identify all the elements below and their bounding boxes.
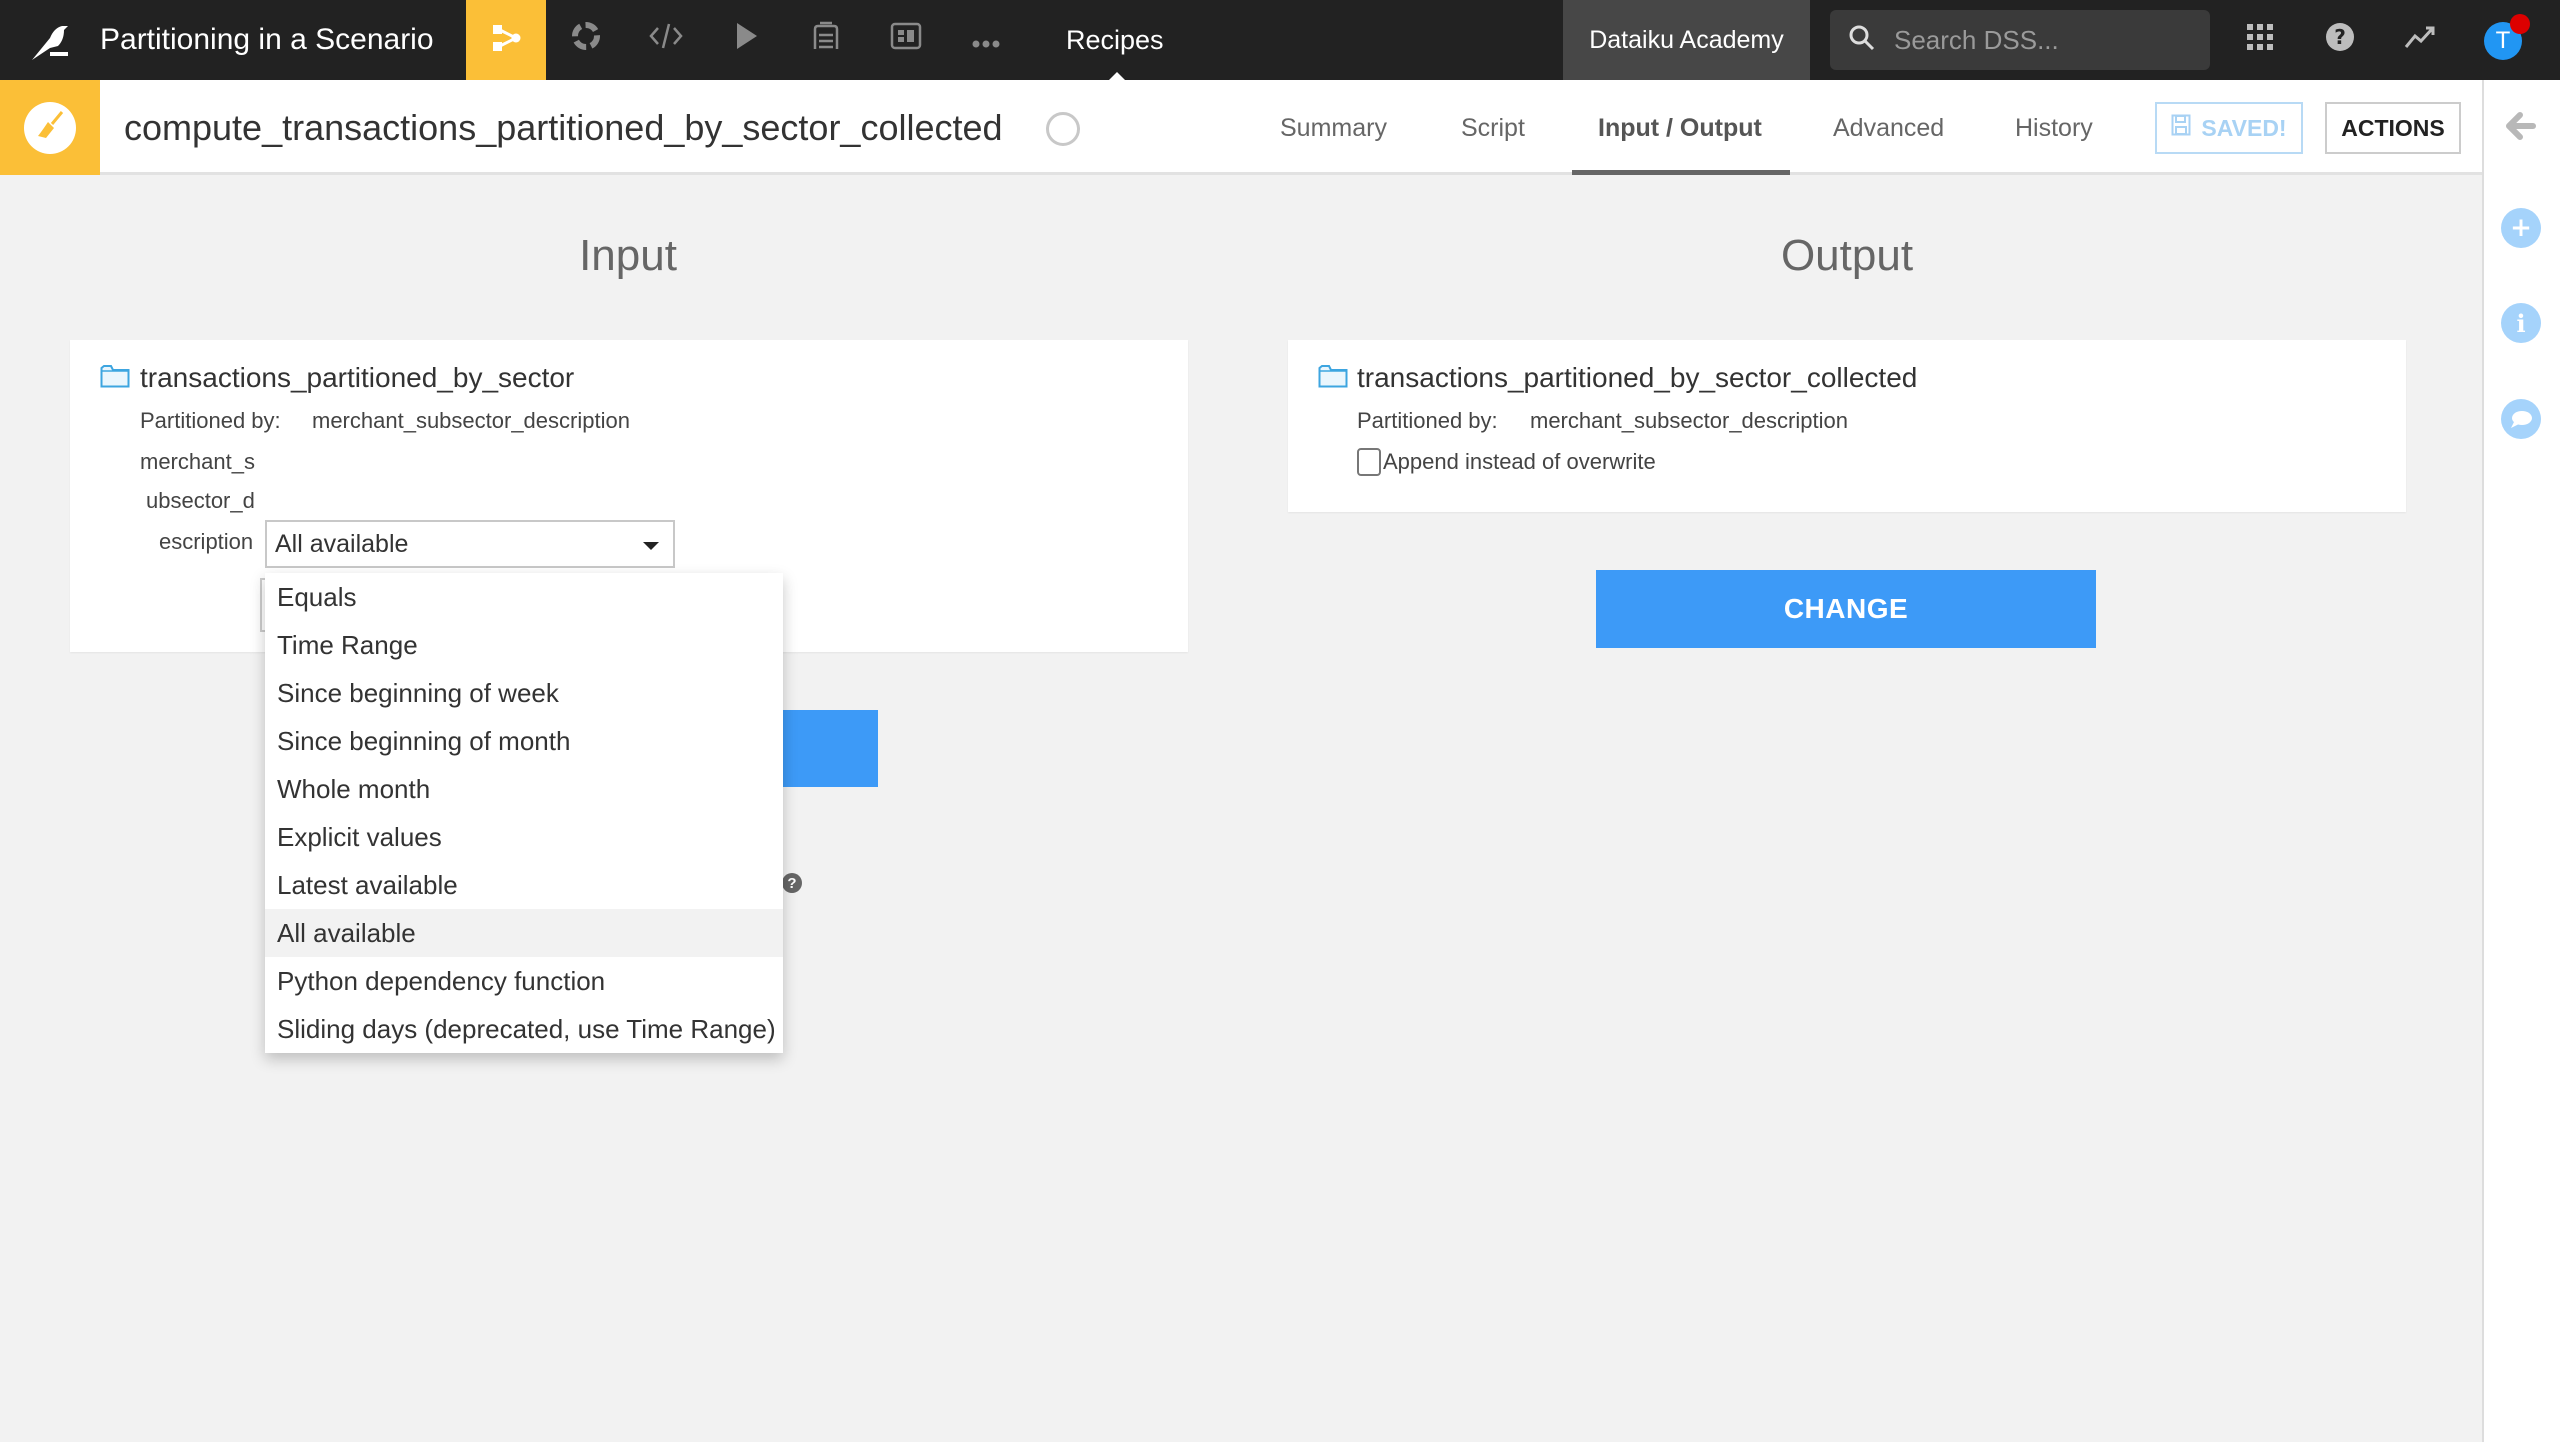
collapse-sidebar-button[interactable]: [2500, 107, 2542, 149]
nav-more-button[interactable]: [946, 0, 1026, 80]
dropdown-option-since-beginning-of-week[interactable]: Since beginning of week: [265, 669, 783, 717]
active-tab-indicator: [1572, 170, 1790, 175]
more-icon: [971, 23, 1001, 57]
tab-script[interactable]: Script: [1461, 106, 1525, 150]
output-change-button[interactable]: CHANGE: [1596, 570, 2096, 648]
info-button[interactable]: i: [2500, 302, 2542, 344]
input-dataset-name[interactable]: transactions_partitioned_by_sector: [140, 358, 574, 398]
partition-dependency-select[interactable]: All available: [265, 520, 675, 568]
instance-name[interactable]: Dataiku Academy: [1563, 0, 1810, 80]
activity-icon: [2404, 24, 2436, 56]
dimension-label-line-3: escription: [159, 529, 254, 554]
dashboard-icon: [890, 21, 922, 59]
chevron-down-icon: [643, 542, 659, 550]
flow-button[interactable]: [466, 0, 546, 80]
search-box[interactable]: [1830, 10, 2210, 70]
back-arrow-icon: [2505, 111, 2537, 146]
apps-grid-icon: [2246, 23, 2274, 58]
svg-text:?: ?: [2334, 25, 2346, 49]
input-partitioned-by-label: Partitioned by:: [140, 408, 281, 433]
right-sidebar: [2482, 80, 2560, 1442]
recipe-link-icon[interactable]: [1046, 112, 1080, 146]
help-button[interactable]: ?: [2316, 16, 2364, 64]
activity-button[interactable]: [2396, 16, 2444, 64]
search-input[interactable]: [1894, 24, 2194, 56]
append-checkbox[interactable]: [1357, 448, 1381, 476]
nav-jobs-button[interactable]: [546, 0, 626, 80]
save-icon: [2171, 114, 2191, 142]
dropdown-option-time-range[interactable]: Time Range: [265, 621, 783, 669]
output-partitioned-by-value: merchant_subsector_description: [1530, 408, 1848, 433]
tab-history[interactable]: History: [2015, 106, 2093, 150]
save-button[interactable]: SAVED!: [2155, 102, 2303, 154]
input-partitioned-by-value: merchant_subsector_description: [312, 408, 630, 433]
recipe-type-badge: [0, 80, 100, 175]
dropdown-option-explicit-values[interactable]: Explicit values: [265, 813, 783, 861]
add-to-flow-button[interactable]: +: [2500, 207, 2542, 249]
actions-button[interactable]: ACTIONS: [2325, 102, 2461, 154]
append-label[interactable]: Append instead of overwrite: [1383, 446, 1656, 478]
discussions-button[interactable]: [2500, 398, 2542, 440]
dropdown-option-equals[interactable]: Equals: [265, 573, 783, 621]
help-icon[interactable]: ?: [782, 873, 802, 893]
dataset-folder-icon: [1318, 364, 1348, 388]
broom-icon: [34, 109, 66, 146]
notification-badge: [2510, 14, 2530, 34]
output-dataset-name[interactable]: transactions_partitioned_by_sector_colle…: [1357, 358, 1917, 398]
nav-library-button[interactable]: [786, 0, 866, 80]
append-option: Append instead of overwrite: [1357, 446, 1656, 478]
dimension-label-line-2: ubsector_d: [146, 488, 255, 513]
output-section-title: Output: [1780, 231, 1914, 280]
tab-advanced[interactable]: Advanced: [1833, 106, 1944, 150]
dataset-folder-icon: [100, 364, 130, 388]
flow-icon: [490, 22, 522, 59]
dropdown-option-whole-month[interactable]: Whole month: [265, 765, 783, 813]
info-icon: i: [2501, 303, 2541, 343]
dropdown-option-sliding-days[interactable]: Sliding days (deprecated, use Time Range…: [265, 1005, 783, 1053]
library-icon: [810, 20, 842, 60]
search-icon: [1848, 24, 1876, 57]
project-title[interactable]: Partitioning in a Scenario: [100, 18, 434, 62]
input-section-title: Input: [579, 231, 677, 280]
dropdown-option-since-beginning-of-month[interactable]: Since beginning of month: [265, 717, 783, 765]
dropdown-option-python-dependency-function[interactable]: Python dependency function: [265, 957, 783, 1005]
code-icon: [648, 20, 684, 60]
refresh-cycle-icon: [570, 20, 602, 60]
add-icon: +: [2501, 208, 2541, 248]
run-icon: [731, 20, 761, 60]
tab-input-output[interactable]: Input / Output: [1598, 106, 1762, 150]
dropdown-option-latest-available[interactable]: Latest available: [265, 861, 783, 909]
discussion-icon: [2501, 399, 2541, 439]
dropdown-option-all-available[interactable]: All available: [265, 909, 783, 957]
nav-dashboard-button[interactable]: [866, 0, 946, 80]
help-icon: ?: [2325, 22, 2355, 59]
partition-dependency-selected-value: All available: [275, 529, 409, 558]
dimension-label-line-1: merchant_s: [140, 449, 255, 474]
dataiku-logo-icon[interactable]: [28, 18, 72, 62]
output-partitioned-by-label: Partitioned by:: [1357, 408, 1498, 433]
partition-dependency-dropdown: Equals Time Range Since beginning of wee…: [265, 573, 783, 1053]
current-section-label[interactable]: Recipes: [1066, 18, 1164, 62]
tab-summary[interactable]: Summary: [1280, 106, 1387, 150]
save-button-label: SAVED!: [2201, 114, 2287, 141]
apps-grid-button[interactable]: [2236, 16, 2284, 64]
nav-code-button[interactable]: [626, 0, 706, 80]
nav-run-button[interactable]: [706, 0, 786, 80]
recipe-name[interactable]: compute_transactions_partitioned_by_sect…: [124, 104, 1003, 152]
